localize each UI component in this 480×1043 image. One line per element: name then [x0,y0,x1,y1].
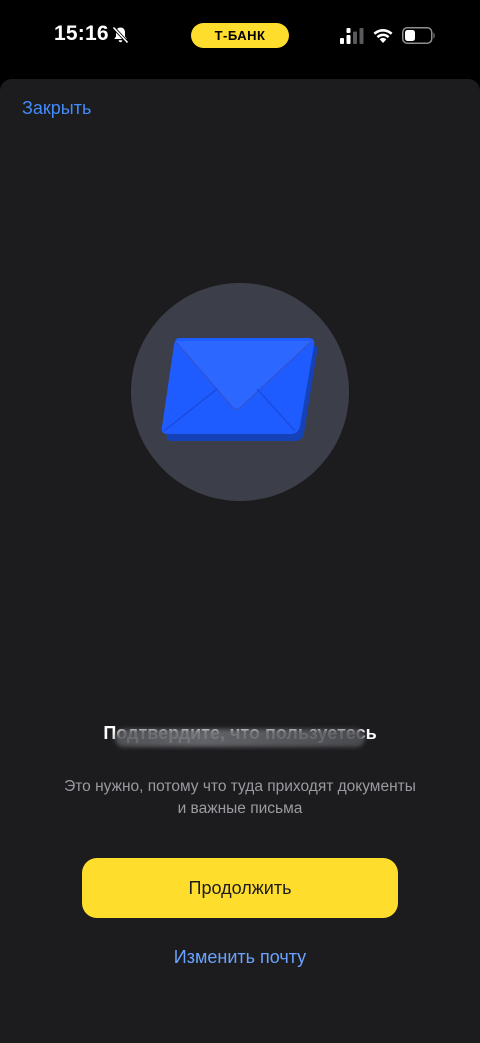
bell-off-icon [112,26,129,44]
envelope-icon [161,338,318,441]
status-time: 15:16 [54,22,109,45]
description-text: Это нужно, потому что туда приходят доку… [64,778,416,817]
status-bar: 15:16 Т-БАНК [0,0,480,72]
change-email-link[interactable]: Изменить почту [0,947,480,968]
carrier-badge: Т-БАНК [191,23,289,48]
email-address-redacted [115,729,365,747]
battery-icon [402,27,435,44]
signal-icon [340,28,364,44]
continue-button[interactable]: Продолжить [82,858,398,918]
envelope-illustration [131,283,349,501]
confirm-email-sheet: Закрыть Подтвердите, что пользуетесь Это… [0,79,480,1043]
close-button[interactable]: Закрыть [22,98,91,119]
wifi-icon [373,29,393,43]
